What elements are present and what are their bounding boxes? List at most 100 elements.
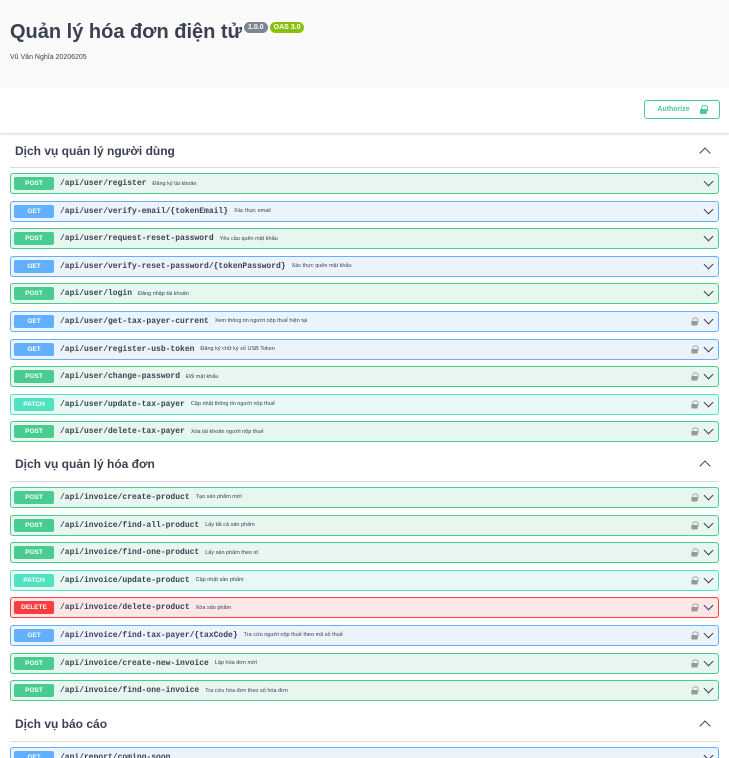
operation-row[interactable]: GET/api/user/get-tax-payer-current Xem th… xyxy=(10,310,719,332)
operation-summary: Cập nhật thông tin người nộp thuế xyxy=(190,401,275,408)
method-badge: PATCH xyxy=(14,397,54,411)
lock-icon[interactable] xyxy=(691,686,699,695)
operation-controls xyxy=(691,656,714,668)
operation-controls xyxy=(691,518,714,530)
lock-icon[interactable] xyxy=(691,576,699,585)
operation-row[interactable]: PATCH/api/invoice/update-product Cập nhật… xyxy=(10,569,719,591)
operation-row[interactable]: PATCH/api/user/update-tax-payer Cập nhật … xyxy=(10,393,719,415)
operation-summary: Tạo sản phẩm mới xyxy=(195,494,242,501)
operation-path: /api/user/update-tax-payer xyxy=(60,399,185,409)
operation-summary: Xóa tài khoản người nộp thuế xyxy=(190,428,264,435)
chevron-down-icon[interactable] xyxy=(703,231,714,242)
operation-row[interactable]: POST/api/invoice/find-one-invoice Tra cứu… xyxy=(10,680,719,702)
lock-icon[interactable] xyxy=(691,493,699,502)
operation-controls xyxy=(691,424,714,436)
operation-summary: Xác thực email xyxy=(234,208,271,215)
chevron-down-icon[interactable] xyxy=(703,424,714,435)
method-badge: POST xyxy=(14,490,54,504)
operation-summary: Xác thực quên mật khẩu xyxy=(291,263,352,270)
chevron-down-icon[interactable] xyxy=(703,600,714,611)
operation-path: /api/user/register-usb-token xyxy=(60,344,195,354)
lock-icon[interactable] xyxy=(691,427,699,436)
operation-row[interactable]: GET/api/invoice/find-tax-payer/{taxCode}… xyxy=(10,624,719,646)
page-subtitle: Vũ Văn Nghĩa 20206205 xyxy=(10,54,87,61)
chevron-down-icon[interactable] xyxy=(703,683,714,694)
lock-icon[interactable] xyxy=(691,658,699,668)
operation-row[interactable]: POST/api/invoice/find-all-product Lấy tất… xyxy=(10,514,719,536)
chevron-down-icon[interactable] xyxy=(703,397,714,408)
operation-controls xyxy=(691,490,714,502)
operation-summary: Đăng ký tài khoản xyxy=(152,180,197,187)
operation-summary: Đăng ký chữ ký số USB Token xyxy=(200,346,275,353)
operation-path: /api/user/get-tax-payer-current xyxy=(60,316,209,326)
chevron-down-icon[interactable] xyxy=(703,573,714,584)
operation-path: /api/invoice/update-product xyxy=(60,575,190,585)
tag-header[interactable]: Dịch vụ báo cáo xyxy=(10,708,719,742)
chevron-down-icon[interactable] xyxy=(703,204,714,215)
operation-row[interactable]: POST/api/user/change-password Đổi mật khẩ… xyxy=(10,366,719,388)
lock-icon[interactable] xyxy=(691,317,699,326)
chevron-down-icon[interactable] xyxy=(703,314,714,325)
operation-summary: Yêu cầu quên mật khẩu xyxy=(219,235,278,242)
tag-name: Dịch vụ báo cáo xyxy=(15,717,108,732)
operation-controls xyxy=(691,683,714,695)
chevron-up-icon[interactable] xyxy=(699,460,711,473)
operation-row[interactable]: POST/api/user/register Đăng ký tài khoản xyxy=(10,173,719,194)
operation-row[interactable]: POST/api/user/login Đăng nhập tài khoản xyxy=(10,283,719,305)
chevron-down-icon[interactable] xyxy=(703,518,714,528)
operation-controls xyxy=(691,397,714,409)
operation-path: /api/user/delete-tax-payer xyxy=(60,427,185,437)
operation-row[interactable]: POST/api/invoice/create-new-invoice Lập h… xyxy=(10,652,719,674)
lock-icon[interactable] xyxy=(691,345,699,354)
operation-row[interactable]: GET/api/user/verify-email/{tokenEmail} Xá… xyxy=(10,200,719,222)
lock-icon[interactable] xyxy=(691,631,699,640)
operation-row[interactable]: POST/api/invoice/find-one-product Lấy sản… xyxy=(10,542,719,564)
operation-summary: Đổi mật khẩu xyxy=(186,373,219,380)
operation-controls xyxy=(691,342,714,354)
method-badge: GET xyxy=(14,750,54,758)
lock-icon[interactable] xyxy=(691,548,699,557)
tag-header[interactable]: Dịch vụ quản lý hóa đơn xyxy=(10,448,719,482)
operation-row[interactable]: GET/api/user/verify-reset-password/{toke… xyxy=(10,255,719,277)
operation-row[interactable]: POST/api/user/delete-tax-payer Xóa tài kh… xyxy=(10,421,719,443)
operation-path: /api/invoice/delete-product xyxy=(60,603,190,613)
chevron-down-icon[interactable] xyxy=(703,176,714,187)
operation-summary: Cập nhật sản phẩm xyxy=(195,577,244,584)
operation-summary: Tra cứu người nộp thuế theo mã số thuế xyxy=(243,632,343,639)
tag-header[interactable]: Dịch vụ quản lý người dùng xyxy=(10,134,719,168)
operation-path: /api/invoice/find-one-invoice xyxy=(60,686,200,696)
operation-row[interactable]: DELETE/api/invoice/delete-product Xóa sản… xyxy=(10,597,719,619)
operation-summary: Lập hóa đơn mới xyxy=(214,660,257,666)
authorize-button[interactable]: Authorize xyxy=(644,100,720,119)
method-badge: GET xyxy=(14,204,54,218)
operation-row[interactable]: POST/api/invoice/create-product Tạo sản p… xyxy=(10,486,719,508)
chevron-down-icon[interactable] xyxy=(703,750,714,758)
chevron-up-icon[interactable] xyxy=(699,720,711,732)
chevron-down-icon[interactable] xyxy=(703,656,714,666)
lock-icon[interactable] xyxy=(691,603,699,612)
chevron-down-icon[interactable] xyxy=(703,259,714,270)
oas-badge: OAS 3.0 xyxy=(269,22,305,33)
operation-path: /api/user/register xyxy=(60,179,147,188)
lock-icon[interactable] xyxy=(691,520,699,530)
chevron-down-icon[interactable] xyxy=(703,369,714,380)
operation-row[interactable]: POST/api/user/request-reset-password Yêu … xyxy=(10,228,719,250)
operation-summary: Xem thông tin người nộp thuế hiện tại xyxy=(214,318,308,325)
chevron-down-icon[interactable] xyxy=(703,628,714,639)
chevron-down-icon[interactable] xyxy=(703,342,714,353)
version-badge: 1.0.0 xyxy=(244,22,268,33)
lock-icon[interactable] xyxy=(691,400,699,409)
tag-section: Dịch vụ quản lý hóa đơn POST/api/invoice/… xyxy=(0,448,729,702)
operation-row[interactable]: GET/api/report/coming-soon xyxy=(10,746,719,758)
operation-controls xyxy=(703,259,714,270)
chevron-up-icon[interactable] xyxy=(699,146,711,159)
method-badge: POST xyxy=(14,287,54,301)
chevron-down-icon[interactable] xyxy=(703,286,714,297)
operation-row[interactable]: GET/api/user/register-usb-token Đăng ký c… xyxy=(10,338,719,360)
lock-icon[interactable] xyxy=(691,372,699,381)
chevron-down-icon[interactable] xyxy=(703,490,714,501)
operation-path: /api/invoice/find-one-product xyxy=(60,548,200,558)
method-badge: POST xyxy=(14,370,54,384)
chevron-down-icon[interactable] xyxy=(703,545,714,556)
operation-path: /api/user/verify-email/{tokenEmail} xyxy=(60,206,229,216)
